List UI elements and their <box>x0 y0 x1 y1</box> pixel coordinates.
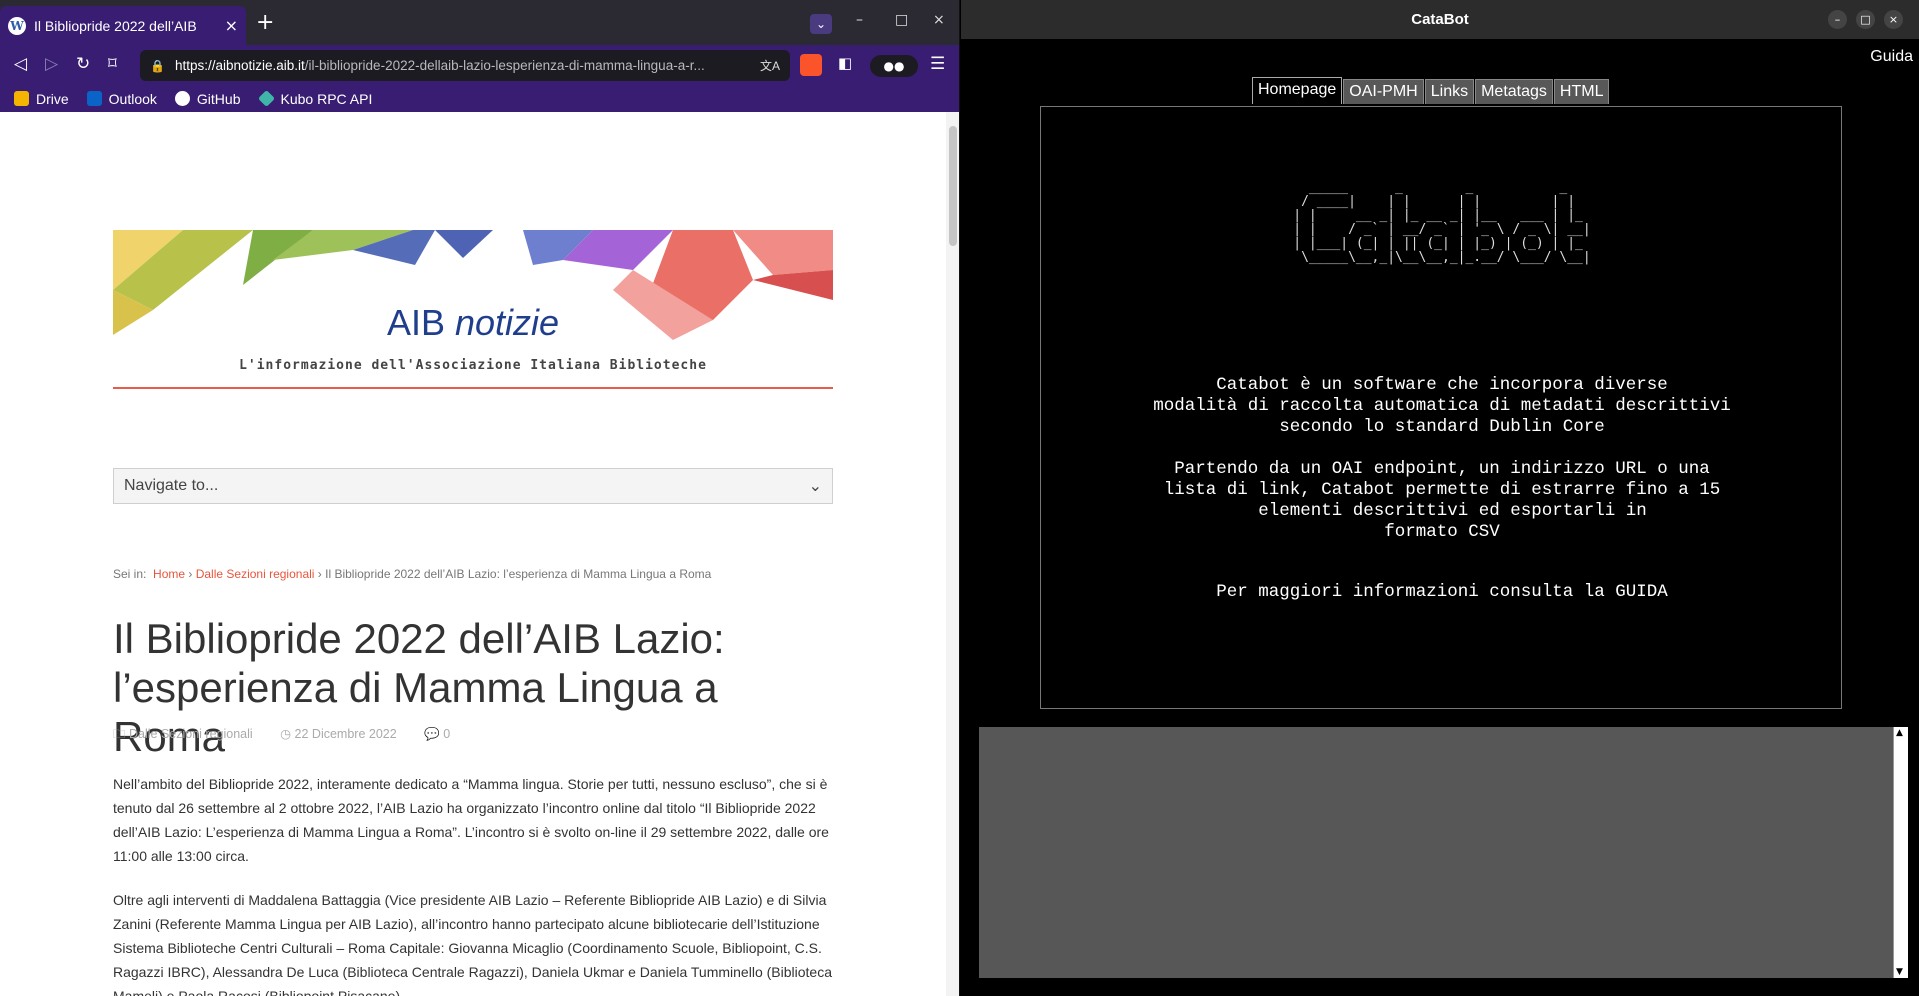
outlook-icon <box>86 91 102 106</box>
banner-subtitle: L'informazione dell'Associazione Italian… <box>239 358 707 373</box>
brave-shield-icon[interactable] <box>800 54 822 76</box>
minimize-icon[interactable]: – <box>1828 10 1847 29</box>
intro-text-2: Partendo da un OAI endpoint, un indirizz… <box>1163 459 1721 542</box>
tab-html[interactable]: HTML <box>1553 79 1610 104</box>
more-info-text: Per maggiori informazioni consulta la GU… <box>1216 582 1668 602</box>
url-host: https://aibnotizie.aib.it <box>174 58 305 73</box>
wordpress-icon: W <box>8 16 26 35</box>
browser-window: W Il Bibliopride 2022 dell’AIB × + ⌄ – □… <box>0 0 960 996</box>
back-icon[interactable]: ◁ <box>14 54 27 74</box>
window-title: CataBot <box>1411 11 1469 28</box>
translate-icon[interactable]: 文A <box>760 57 780 74</box>
tab-oai-pmh[interactable]: OAI-PMH <box>1343 79 1424 104</box>
catabot-titlebar: CataBot – □ × <box>961 0 1919 39</box>
browser-toolbar: ◁ ▷ ↻ ⌑ 🔒 https://aibnotizie.aib.it /il-… <box>0 45 959 85</box>
url-path: /il-bibliopride-2022-dellaib-lazio-lespe… <box>304 58 705 73</box>
catabot-window: CataBot – □ × Guida Homepage OAI-PMH Lin… <box>961 0 1919 996</box>
guida-inline-link[interactable]: GUIDA <box>1615 582 1668 602</box>
page-scrollbar[interactable] <box>946 112 959 996</box>
maximize-icon[interactable]: □ <box>1856 10 1875 29</box>
sidebar-icon[interactable]: ◧ <box>838 54 852 72</box>
close-window-icon[interactable]: × <box>933 12 945 28</box>
bookmark-kubo[interactable]: Kubo RPC API <box>257 90 372 107</box>
minimize-icon[interactable]: – <box>856 12 863 28</box>
site-banner[interactable]: AIB notizie L'informazione dell'Associaz… <box>113 230 833 385</box>
article-paragraph: Nell’ambito del Bibliopride 2022, intera… <box>113 776 829 864</box>
reload-icon[interactable]: ↻ <box>76 54 90 74</box>
breadcrumb-home[interactable]: Home <box>153 567 185 581</box>
lock-icon: 🔒 <box>150 58 165 73</box>
tab-list-chevron-icon[interactable]: ⌄ <box>810 14 832 34</box>
meta-category[interactable]: 🗀 Dalle Sezioni regionali <box>113 727 265 741</box>
close-tab-icon[interactable]: × <box>225 16 238 35</box>
private-window-icon[interactable]: ●● <box>870 55 918 77</box>
breadcrumb-current: Il Bibliopride 2022 dell’AIB Lazio: l’es… <box>325 567 712 581</box>
catabot-ascii-logo: _____ _ _ _ / ____| | | | | | | | | __ _… <box>1293 180 1591 265</box>
scrollbar-thumb[interactable] <box>949 126 957 246</box>
banner-title: AIB notizie <box>386 302 560 343</box>
bookmark-outlook[interactable]: Outlook <box>86 91 157 107</box>
browser-tab[interactable]: W Il Bibliopride 2022 dell’AIB × <box>0 6 246 45</box>
breadcrumb: Sei in: Home › Dalle Sezioni regionali ›… <box>113 567 712 581</box>
scroll-down-icon[interactable]: ▼ <box>1896 967 1903 977</box>
log-scrollbar[interactable]: ▲ ▼ <box>1893 727 1908 978</box>
article-meta: 🗀 Dalle Sezioni regionali ◷ 22 Dicembre … <box>113 725 474 746</box>
maximize-icon[interactable]: □ <box>895 12 908 28</box>
chevron-down-icon: ⌄ <box>808 478 822 495</box>
homepage-panel: _____ _ _ _ / ____| | | | | | | | | __ _… <box>1040 106 1842 709</box>
web-page: AIB notizie L'informazione dell'Associaz… <box>0 112 946 996</box>
address-bar[interactable]: 🔒 https://aibnotizie.aib.it /il-bibliopr… <box>140 50 790 81</box>
tab-homepage[interactable]: Homepage <box>1252 77 1343 104</box>
new-tab-button[interactable]: + <box>256 12 274 34</box>
tab-bar: W Il Bibliopride 2022 dell’AIB × + ⌄ – □… <box>0 0 959 45</box>
navigate-select[interactable]: Navigate to... ⌄ <box>113 468 833 504</box>
tab-title: Il Bibliopride 2022 dell’AIB <box>34 17 197 34</box>
close-window-icon[interactable]: × <box>1884 10 1903 29</box>
guida-link[interactable]: Guida <box>1870 48 1913 66</box>
desktop: W Il Bibliopride 2022 dell’AIB × + ⌄ – □… <box>0 0 1919 996</box>
intro-text-1: Catabot è un software che incorpora dive… <box>1153 375 1731 437</box>
bookmark-icon[interactable]: ⌑ <box>108 54 117 74</box>
meta-date: ◷ 22 Dicembre 2022 <box>280 727 397 741</box>
bookmarks-bar: Drive Outlook GitHub Kubo RPC API <box>0 85 959 112</box>
tab-metatags[interactable]: Metatags <box>1475 79 1553 104</box>
menu-icon[interactable]: ☰ <box>930 54 945 74</box>
tab-links[interactable]: Links <box>1424 79 1475 104</box>
kubo-icon <box>257 90 275 107</box>
article-paragraph: Oltre agli interventi di Maddalena Batta… <box>113 892 832 996</box>
drive-icon <box>14 91 29 106</box>
scroll-up-icon[interactable]: ▲ <box>1896 728 1903 738</box>
bookmark-github[interactable]: GitHub <box>174 91 241 107</box>
forward-icon[interactable]: ▷ <box>45 54 58 74</box>
output-log-area[interactable] <box>979 727 1893 978</box>
github-icon <box>174 91 190 106</box>
meta-comments[interactable]: 💬 0 <box>424 727 462 741</box>
banner-divider <box>113 387 833 389</box>
bookmark-drive[interactable]: Drive <box>14 91 69 107</box>
catabot-tabs: Homepage OAI-PMH Links Metatags HTML <box>1252 77 1610 104</box>
breadcrumb-section[interactable]: Dalle Sezioni regionali <box>196 567 315 581</box>
